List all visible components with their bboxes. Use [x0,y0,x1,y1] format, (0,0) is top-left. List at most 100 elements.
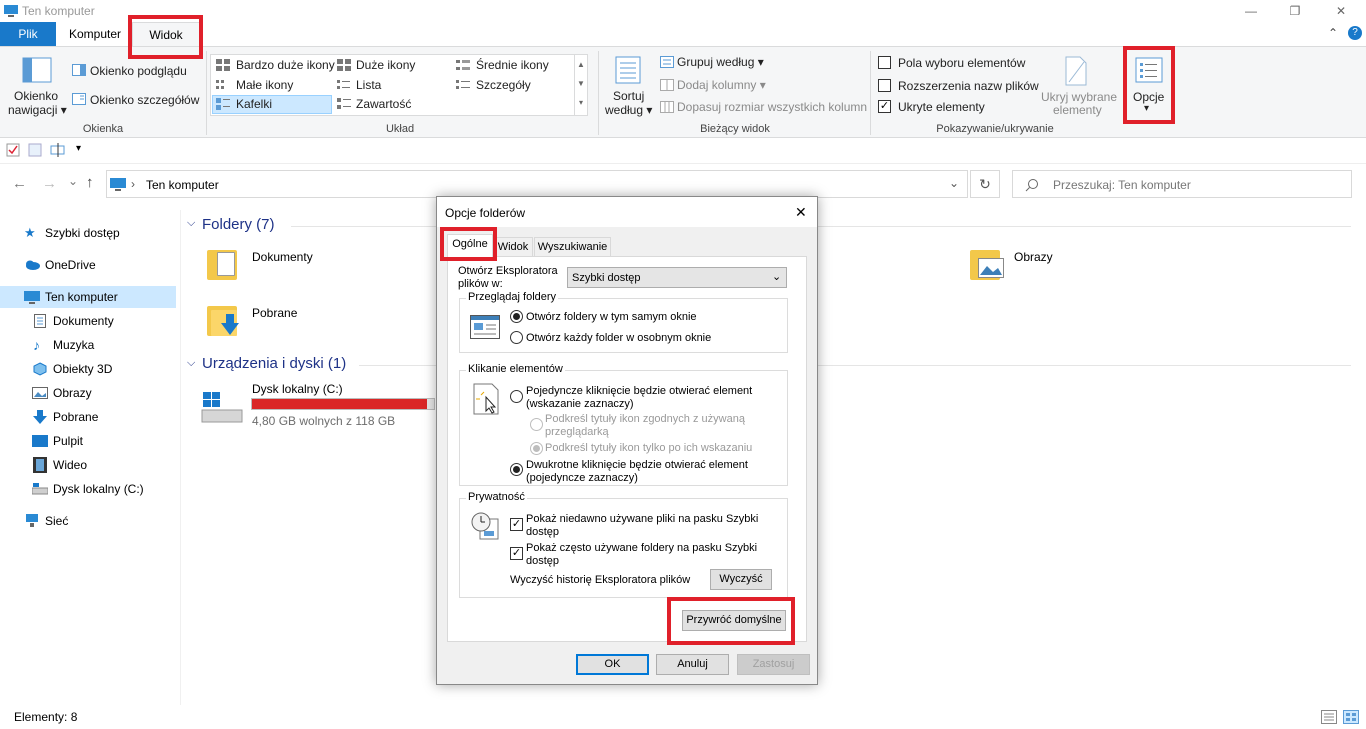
nav-item-ten-komputer[interactable]: Ten komputer [0,286,176,308]
ribbon-tab-bar [0,22,1366,47]
add-columns-icon [660,79,674,91]
group-by-button[interactable]: Grupuj według ▾ [677,55,764,69]
up-button[interactable]: ↑ [86,174,94,191]
cancel-button[interactable]: Anuluj [656,654,729,675]
ribbon-collapse-icon[interactable]: ⌃ [1328,26,1338,40]
same-window-radio[interactable] [510,310,523,323]
chevron-down-icon[interactable]: ⌵ [187,217,195,230]
forward-button[interactable]: → [42,175,57,192]
open-in-label-line2: plików w: [458,278,503,290]
clear-history-button[interactable]: Wyczyść [710,569,772,590]
double-click-label-line2: (pojedyncze zaznaczy) [526,472,638,484]
underline-browser-radio[interactable] [530,418,543,431]
click-items-group: Klikanie elementów Pojedyncze kliknięcie… [459,363,788,486]
new-window-radio[interactable] [510,331,523,344]
properties-icon[interactable] [6,143,20,157]
fit-columns-button[interactable]: Dopasuj rozmiar wszystkich kolumn [677,100,867,114]
browse-window-icon [470,315,500,339]
list-icon [337,80,350,89]
layout-extra-large-icons[interactable]: Bardzo duże ikony [236,58,335,72]
item-checkboxes-checkbox[interactable] [878,56,891,69]
recent-files-checkbox[interactable]: ✓ [510,518,523,531]
drive-usage-fill [252,399,427,409]
back-button[interactable]: ← [12,175,27,192]
section-header-folders[interactable]: Foldery (7) [202,216,275,233]
highlight-general-tab [440,227,497,261]
file-extensions-label: Rozszerzenia nazw plików [898,79,1039,93]
chevron-down-icon[interactable]: ⌵ [187,357,195,370]
preview-pane-icon [72,64,86,76]
layout-details[interactable]: Szczegóły [476,78,531,92]
layout-list[interactable]: Lista [356,78,381,92]
hide-selected-button-line2[interactable]: elementy [1053,103,1102,117]
hide-selected-button[interactable]: Ukryj wybrane [1041,90,1117,104]
folder-tile-obrazy[interactable]: Obrazy [966,246,1166,292]
address-dropdown-icon[interactable]: ⌄ [949,176,959,190]
open-in-select-value: Szybki dostęp [572,272,641,284]
navigation-pane-button[interactable]: Okienko [14,89,58,103]
restore-button[interactable]: ❐ [1272,0,1318,22]
double-click-radio[interactable] [510,463,523,476]
section-header-devices[interactable]: Urządzenia i dyski (1) [202,355,346,372]
general-tab-panel: Otwórz Eksploratora plików w: Szybki dos… [447,256,807,642]
hidden-items-checkbox[interactable]: ✓ [878,100,891,113]
underline-hover-radio[interactable] [530,442,543,455]
search-box[interactable]: Przeszukaj: Ten komputer [1012,170,1352,198]
layout-tiles[interactable]: Kafelki [236,97,272,111]
recent-locations-button[interactable]: ⌄ [68,174,78,188]
details-pane-button[interactable]: Okienko szczegółów [90,93,199,107]
underline-browser-label-line2: przeglądarką [545,426,609,438]
picture-icon [32,387,48,399]
close-button[interactable]: ✕ [1318,0,1364,22]
tab-plik[interactable]: Plik [0,22,56,47]
add-columns-button[interactable]: Dodaj kolumny ▾ [677,78,766,92]
underline-hover-label: Podkreśl tytuły ikon tylko po ich wskaza… [545,442,753,454]
single-click-radio[interactable] [510,390,523,403]
navigation-pane-button-line2[interactable]: nawigacji ▾ [8,103,67,117]
frequent-folders-label-line2: dostęp [526,555,560,567]
minimize-button[interactable]: — [1228,0,1274,22]
layout-content[interactable]: Zawartość [356,97,411,111]
rename-icon[interactable] [50,143,66,157]
refresh-button[interactable]: ↻ [970,170,1000,198]
details-view-icon[interactable] [1321,710,1337,724]
drive-free-space: 4,80 GB wolnych z 118 GB [252,414,396,428]
frequent-folders-checkbox[interactable]: ✓ [510,547,523,560]
apply-button[interactable]: Zastosuj [737,654,810,675]
customize-qat-icon[interactable]: ▾ [76,143,81,154]
folder-tile-pobrane[interactable]: Pobrane [203,302,403,348]
tab-wyszukiwanie[interactable]: Wyszukiwanie [534,237,611,257]
privacy-group: Prywatność ✓ Pokaż niedawno używane plik… [459,491,788,598]
file-extensions-checkbox[interactable] [878,79,891,92]
folder-options-dialog: Opcje folderów ✕ Ogólne Widok Wyszukiwan… [436,196,818,685]
drive-tile-c[interactable]: Dysk lokalny (C:) 4,80 GB wolnych z 118 … [201,380,441,430]
layout-large-icons[interactable]: Duże ikony [356,58,415,72]
help-icon[interactable]: ? [1348,26,1362,40]
fit-columns-icon [660,101,674,113]
hide-selected-icon [1065,56,1087,86]
layout-medium-icons[interactable]: Średnie ikony [476,58,549,72]
ok-button[interactable]: OK [576,654,649,675]
folder-tile-dokumenty[interactable]: Dokumenty [203,246,403,292]
group-separator [598,51,599,135]
highlight-options-button [1123,46,1175,124]
window-title: Ten komputer [22,4,95,18]
large-icons-view-icon[interactable] [1343,710,1359,724]
preview-pane-button[interactable]: Okienko podglądu [90,64,187,78]
sort-button[interactable]: Sortuj [613,89,644,103]
gallery-scroll[interactable]: ▲ ▼ ▾ [574,55,587,115]
status-bar: Elementy: 8 [0,706,1366,729]
address-bar[interactable]: › Ten komputer ⌄ [106,170,968,198]
sort-button-line2[interactable]: według ▾ [605,103,652,117]
path-segment-ten-komputer[interactable]: Ten komputer [146,178,219,192]
open-in-select[interactable]: Szybki dostęp ⌄ [567,267,787,288]
new-folder-icon[interactable] [28,143,42,157]
tiles-icon [216,98,230,110]
tab-widok-dialog[interactable]: Widok [493,237,533,257]
folder-icon [207,302,239,336]
tab-komputer[interactable]: Komputer [60,22,130,47]
layout-small-icons[interactable]: Małe ikony [236,78,293,92]
group-label-biezacy-widok: Bieżący widok [700,123,770,135]
computer-icon [110,178,126,191]
dialog-close-button[interactable]: ✕ [795,204,807,221]
